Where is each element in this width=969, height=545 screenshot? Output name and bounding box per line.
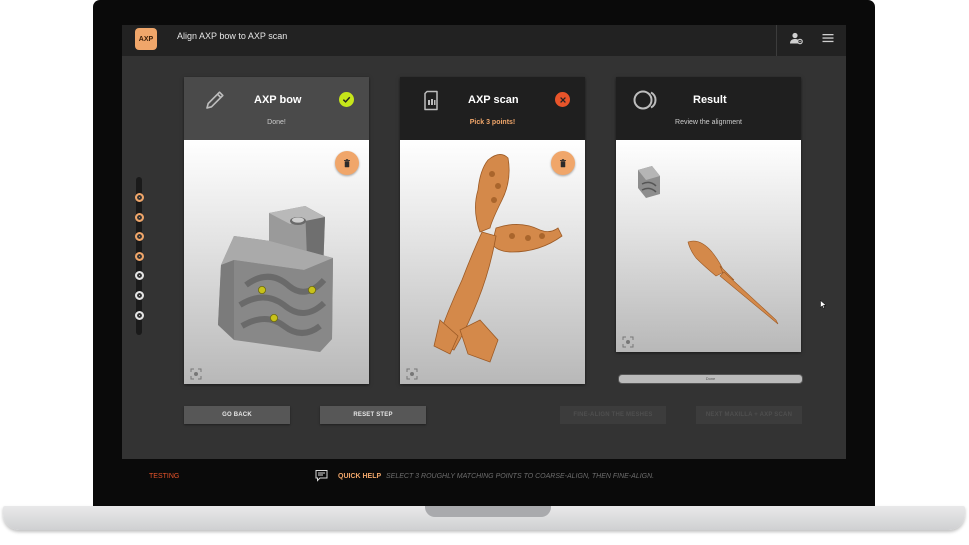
card-subtitle: Done!: [267, 119, 286, 126]
3d-viewport[interactable]: [184, 140, 369, 384]
card-title: AXP scan: [468, 94, 519, 106]
screenshot-icon[interactable]: [622, 336, 634, 348]
step-dot-2[interactable]: [135, 212, 144, 222]
sd-card-icon: [424, 90, 438, 111]
quick-help-label: QUICK HELP: [338, 473, 382, 480]
card-title: AXP bow: [254, 94, 302, 106]
trash-icon: [560, 158, 566, 167]
top-bar: AXP Align AXP bow to AXP scan: [122, 25, 846, 56]
pencil-icon: [206, 91, 224, 109]
delete-points-button[interactable]: [335, 151, 359, 175]
go-back-button[interactable]: GO BACK: [184, 406, 290, 424]
step-dot-5[interactable]: [135, 271, 144, 281]
axp-bow-model: [218, 206, 333, 352]
close-icon: [555, 92, 570, 107]
quick-help-text: SELECT 3 ROUGHLY MATCHING POINTS TO COAR…: [386, 473, 655, 480]
3d-viewport[interactable]: [616, 140, 801, 352]
axp-scan-model: [433, 154, 563, 363]
step-dot-3[interactable]: [135, 232, 144, 242]
step-dot-7[interactable]: [135, 310, 144, 320]
card-axp-scan[interactable]: AXP scan Pick 3 points!: [400, 77, 585, 384]
testing-label: TESTING: [149, 473, 180, 480]
card-subtitle: Pick 3 points!: [469, 119, 516, 126]
trash-icon: [344, 158, 350, 167]
card-result[interactable]: Result Review the alignment: [616, 77, 801, 352]
card-title: Result: [693, 94, 727, 106]
check-icon: [339, 92, 354, 107]
step-dot-6[interactable]: [135, 291, 144, 300]
card-subtitle: Review the alignment: [675, 119, 742, 126]
step-dot-4[interactable]: [135, 251, 144, 261]
fine-align-button[interactable]: FINE-ALIGN THE MESHES: [560, 406, 666, 424]
overlap-circles-icon: [633, 90, 657, 110]
app-logo[interactable]: AXP: [135, 28, 157, 50]
hamburger-menu-icon[interactable]: [821, 31, 835, 45]
screenshot-icon[interactable]: [190, 368, 202, 380]
3d-viewport[interactable]: [400, 140, 585, 384]
next-step-button[interactable]: NEXT MAXILLA + AXP SCAN: [696, 406, 802, 424]
chat-bubble-icon: [315, 470, 328, 482]
result-progress-bar: Done: [618, 374, 803, 384]
laptop-notch: [425, 506, 551, 517]
app-screen: AXP Align AXP bow to AXP scan AXP bow Do…: [122, 25, 846, 459]
screenshot-icon[interactable]: [406, 368, 418, 380]
reset-step-button[interactable]: RESET STEP: [320, 406, 426, 424]
delete-points-button[interactable]: [551, 151, 575, 175]
step-dot-1[interactable]: [135, 193, 144, 202]
card-axp-bow[interactable]: AXP bow Done!: [184, 77, 369, 384]
result-model: [638, 166, 779, 325]
user-settings-icon[interactable]: [789, 31, 803, 45]
topbar-divider: [776, 25, 777, 56]
page-title: Align AXP bow to AXP scan: [177, 31, 288, 41]
mouse-cursor-icon: [820, 300, 827, 309]
